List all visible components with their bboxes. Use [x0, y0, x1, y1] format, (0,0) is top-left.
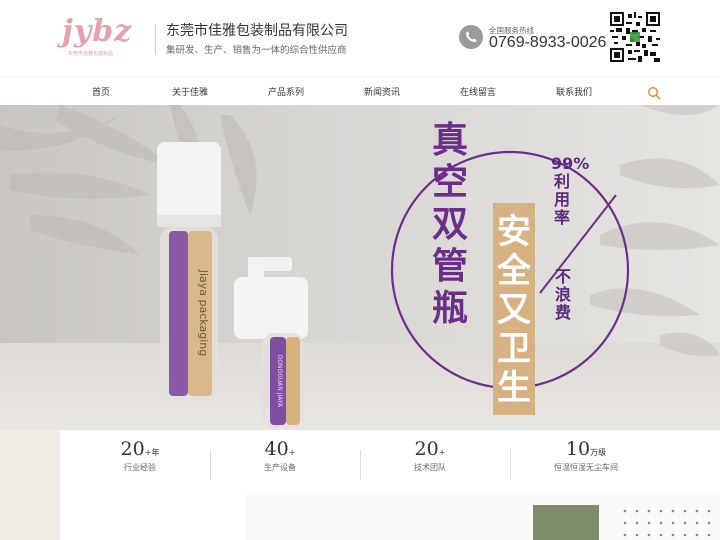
hero-banner[interactable]: Jiaya packaging DONGGUAN JIAYA 真空双管瓶 安全又…: [0, 105, 720, 430]
hotline-number[interactable]: 0769-8933-0026: [489, 34, 606, 52]
site-header: jybz 东莞市佳雅包装制品 东莞市佳雅包装制品有限公司 集研发、生产、销售为一…: [0, 0, 720, 76]
small-bottle-image: DONGGUAN JIAYA: [234, 257, 308, 428]
nav-item-products[interactable]: 产品系列: [268, 85, 304, 98]
stat-suffix: +年: [144, 448, 160, 457]
stat-suffix: +: [288, 448, 296, 457]
search-icon[interactable]: [647, 85, 661, 100]
stat-label: 行业经验: [124, 463, 156, 472]
main-nav: 首页 关于佳雅 产品系列 新闻资讯 在线留言 联系我们: [0, 76, 720, 105]
stat-cleanroom: 10万级 恒温恒湿无尘车间: [526, 438, 646, 473]
nav-item-contact[interactable]: 联系我们: [556, 85, 592, 98]
small-bottle-brand: DONGGUAN JIAYA: [276, 355, 283, 408]
stat-divider: [510, 450, 511, 480]
banner-utilization-text: 99%利用率: [551, 154, 590, 227]
phone-icon: [459, 25, 483, 49]
logo-wordmark: jybz: [62, 14, 133, 49]
stat-team: 20+ 技术团队: [370, 438, 490, 473]
dot-pattern-decoration: [623, 509, 711, 537]
stat-divider: [210, 450, 211, 480]
logo-subtext: 东莞市佳雅包装制品: [68, 51, 114, 57]
company-logo[interactable]: jybz 东莞市佳雅包装制品: [62, 14, 157, 60]
stat-suffix: +: [438, 448, 446, 457]
stat-label: 技术团队: [414, 463, 446, 472]
stat-value: 20: [120, 438, 145, 460]
nav-item-message[interactable]: 在线留言: [460, 85, 496, 98]
stat-value: 10: [565, 438, 591, 460]
stat-suffix: 万级: [590, 448, 607, 457]
large-bottle-brand: Jiaya packaging: [197, 269, 210, 356]
nav-item-news[interactable]: 新闻资讯: [364, 85, 400, 98]
stat-label: 生产设备: [264, 463, 296, 472]
banner-gold-text: 安全又卫生: [497, 212, 531, 408]
stat-value: 20: [414, 438, 439, 460]
nav-item-about[interactable]: 关于佳雅: [172, 85, 208, 98]
stat-label: 恒温恒湿无尘车间: [554, 463, 618, 472]
bottom-left-decoration: [0, 430, 60, 540]
banner-no-waste-text: 不浪费: [554, 267, 571, 322]
stat-equipment: 40+ 生产设备: [220, 438, 340, 473]
stats-panel: 20+年 行业经验 40+ 生产设备 20+ 技术团队 10万级 恒温恒湿无尘车…: [60, 430, 660, 494]
stat-divider: [360, 450, 361, 480]
company-name: 东莞市佳雅包装制品有限公司: [166, 23, 348, 39]
qr-code-icon: [610, 12, 660, 62]
green-decoration-block: [533, 505, 599, 540]
stat-value: 40: [264, 438, 289, 460]
header-divider: [155, 24, 156, 54]
nav-item-home[interactable]: 首页: [92, 85, 110, 98]
stat-experience: 20+年 行业经验: [80, 438, 200, 473]
company-slogan: 集研发、生产、销售为一体的综合性供应商: [166, 45, 347, 56]
banner-headline: 真空双管瓶: [431, 120, 468, 329]
